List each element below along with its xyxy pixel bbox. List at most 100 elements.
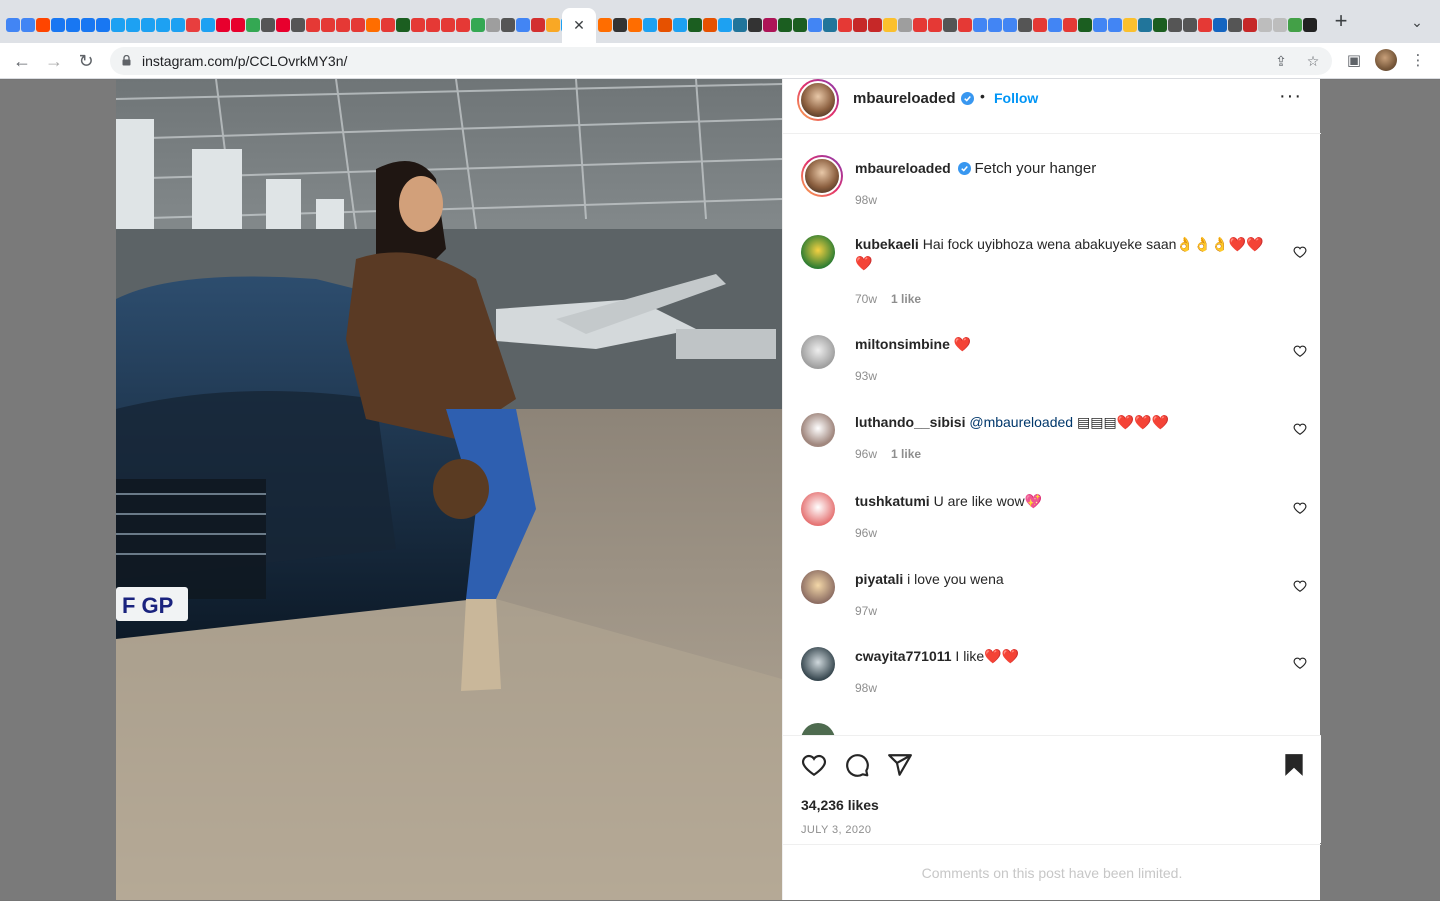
twitter-icon[interactable] bbox=[156, 18, 170, 32]
tab-favicons-left[interactable] bbox=[6, 15, 575, 35]
red-square-icon[interactable] bbox=[1243, 18, 1257, 32]
post-photo[interactable]: F GP bbox=[116, 79, 782, 900]
red-square-icon[interactable] bbox=[351, 18, 365, 32]
pinwheel-icon[interactable] bbox=[471, 18, 485, 32]
twitter-icon[interactable] bbox=[141, 18, 155, 32]
light-square-icon[interactable] bbox=[1258, 18, 1272, 32]
like-count[interactable]: 34,236 likes bbox=[801, 797, 879, 813]
comment-icon[interactable] bbox=[844, 752, 870, 778]
share-icon[interactable] bbox=[887, 752, 913, 778]
caption-time[interactable]: 98w bbox=[855, 193, 877, 207]
facebook-icon[interactable] bbox=[96, 18, 110, 32]
twitter-icon[interactable] bbox=[643, 18, 657, 32]
target-icon[interactable] bbox=[853, 18, 867, 32]
comment-username[interactable]: kubekaeli bbox=[855, 236, 919, 252]
forward-arrow-icon[interactable]: → bbox=[42, 49, 66, 73]
flame-icon[interactable] bbox=[366, 18, 380, 32]
twitter-icon[interactable] bbox=[126, 18, 140, 32]
plus-icon[interactable]: + bbox=[1330, 10, 1352, 32]
tumblr-icon[interactable] bbox=[658, 18, 672, 32]
google-icon[interactable] bbox=[973, 18, 987, 32]
google-icon[interactable] bbox=[808, 18, 822, 32]
grid-icon[interactable] bbox=[898, 18, 912, 32]
comment-time[interactable]: 96w bbox=[855, 447, 877, 461]
heart-icon[interactable] bbox=[801, 752, 827, 778]
like-comment-heart-icon[interactable] bbox=[1293, 245, 1307, 259]
comment-time[interactable]: 70w bbox=[855, 292, 877, 306]
grey-circle-icon[interactable] bbox=[1228, 18, 1242, 32]
commenter-avatar[interactable] bbox=[801, 492, 835, 526]
tumblr-icon[interactable] bbox=[703, 18, 717, 32]
flag-icon[interactable] bbox=[531, 18, 545, 32]
caption-username[interactable]: mbaureloaded bbox=[855, 160, 951, 176]
red-square-icon[interactable] bbox=[411, 18, 425, 32]
author-username[interactable]: mbaureloaded bbox=[853, 90, 956, 107]
bookmark-icon[interactable] bbox=[1281, 752, 1307, 778]
green-square-icon[interactable] bbox=[1153, 18, 1167, 32]
light-square-icon[interactable] bbox=[1273, 18, 1287, 32]
green-square-icon[interactable] bbox=[688, 18, 702, 32]
red-square-icon[interactable] bbox=[1033, 18, 1047, 32]
red-square-icon[interactable] bbox=[381, 18, 395, 32]
post-date[interactable]: JULY 3, 2020 bbox=[801, 824, 871, 836]
red-square-icon[interactable] bbox=[928, 18, 942, 32]
grid-icon[interactable] bbox=[486, 18, 500, 32]
more-options-icon[interactable]: ··· bbox=[1279, 85, 1302, 108]
facebook-icon[interactable] bbox=[66, 18, 80, 32]
like-comment-heart-icon[interactable] bbox=[1293, 579, 1307, 593]
news-icon[interactable] bbox=[186, 18, 200, 32]
google-icon[interactable] bbox=[988, 18, 1002, 32]
tab-favicons-right[interactable] bbox=[598, 15, 1317, 35]
like-comment-heart-icon[interactable] bbox=[1293, 344, 1307, 358]
red-square-icon[interactable] bbox=[321, 18, 335, 32]
green-square-icon[interactable] bbox=[778, 18, 792, 32]
dark-square-icon[interactable] bbox=[1303, 18, 1317, 32]
commenter-avatar[interactable] bbox=[801, 647, 835, 681]
back-arrow-icon[interactable]: ← bbox=[10, 49, 34, 73]
share-icon[interactable]: ⇪ bbox=[1272, 52, 1290, 70]
active-tab[interactable]: ✕ bbox=[562, 8, 596, 43]
commenter-avatar[interactable] bbox=[801, 235, 835, 269]
blogger-icon[interactable] bbox=[598, 18, 612, 32]
twitter-icon[interactable] bbox=[201, 18, 215, 32]
green-square-icon[interactable] bbox=[396, 18, 410, 32]
twitter-icon[interactable] bbox=[111, 18, 125, 32]
red-square-icon[interactable] bbox=[336, 18, 350, 32]
grey-circle-icon[interactable] bbox=[1183, 18, 1197, 32]
green-square-icon[interactable] bbox=[1288, 18, 1302, 32]
comment-username[interactable]: tushkatumi bbox=[855, 493, 930, 509]
url-text[interactable]: instagram.com/p/CCLOvrkMY3n/ bbox=[142, 53, 347, 69]
number-five-icon[interactable] bbox=[216, 18, 230, 32]
wordpress-icon[interactable] bbox=[823, 18, 837, 32]
red-square-icon[interactable] bbox=[1198, 18, 1212, 32]
twitter-icon[interactable] bbox=[673, 18, 687, 32]
dark-square-icon[interactable] bbox=[613, 18, 627, 32]
blue-square-icon[interactable] bbox=[1213, 18, 1227, 32]
yellow-square-icon[interactable] bbox=[883, 18, 897, 32]
author-avatar[interactable] bbox=[801, 155, 843, 197]
google-icon[interactable] bbox=[1108, 18, 1122, 32]
grey-circle-icon[interactable] bbox=[1168, 18, 1182, 32]
reload-icon[interactable]: ↻ bbox=[74, 49, 98, 73]
like-comment-heart-icon[interactable] bbox=[1293, 501, 1307, 515]
facebook-icon[interactable] bbox=[51, 18, 65, 32]
red-square-icon[interactable] bbox=[958, 18, 972, 32]
author-avatar[interactable] bbox=[797, 79, 839, 121]
google-icon[interactable] bbox=[21, 18, 35, 32]
grey-circle-icon[interactable] bbox=[1018, 18, 1032, 32]
comment-username[interactable]: luthando__sibisi bbox=[855, 414, 965, 430]
google-icon[interactable] bbox=[516, 18, 530, 32]
grey-circle-icon[interactable] bbox=[291, 18, 305, 32]
grey-circle-icon[interactable] bbox=[501, 18, 515, 32]
chevron-down-icon[interactable]: ⌄ bbox=[1406, 14, 1428, 32]
pinwheel-icon[interactable] bbox=[246, 18, 260, 32]
reddit-icon[interactable] bbox=[36, 18, 50, 32]
comment-username[interactable]: miltonsimbine bbox=[855, 336, 950, 352]
google-icon[interactable] bbox=[1003, 18, 1017, 32]
comment-time[interactable]: 98w bbox=[855, 681, 877, 695]
commenter-avatar[interactable] bbox=[801, 413, 835, 447]
red-square-icon[interactable] bbox=[441, 18, 455, 32]
magenta-square-icon[interactable] bbox=[763, 18, 777, 32]
red-square-icon[interactable] bbox=[456, 18, 470, 32]
orange-square-icon[interactable] bbox=[628, 18, 642, 32]
